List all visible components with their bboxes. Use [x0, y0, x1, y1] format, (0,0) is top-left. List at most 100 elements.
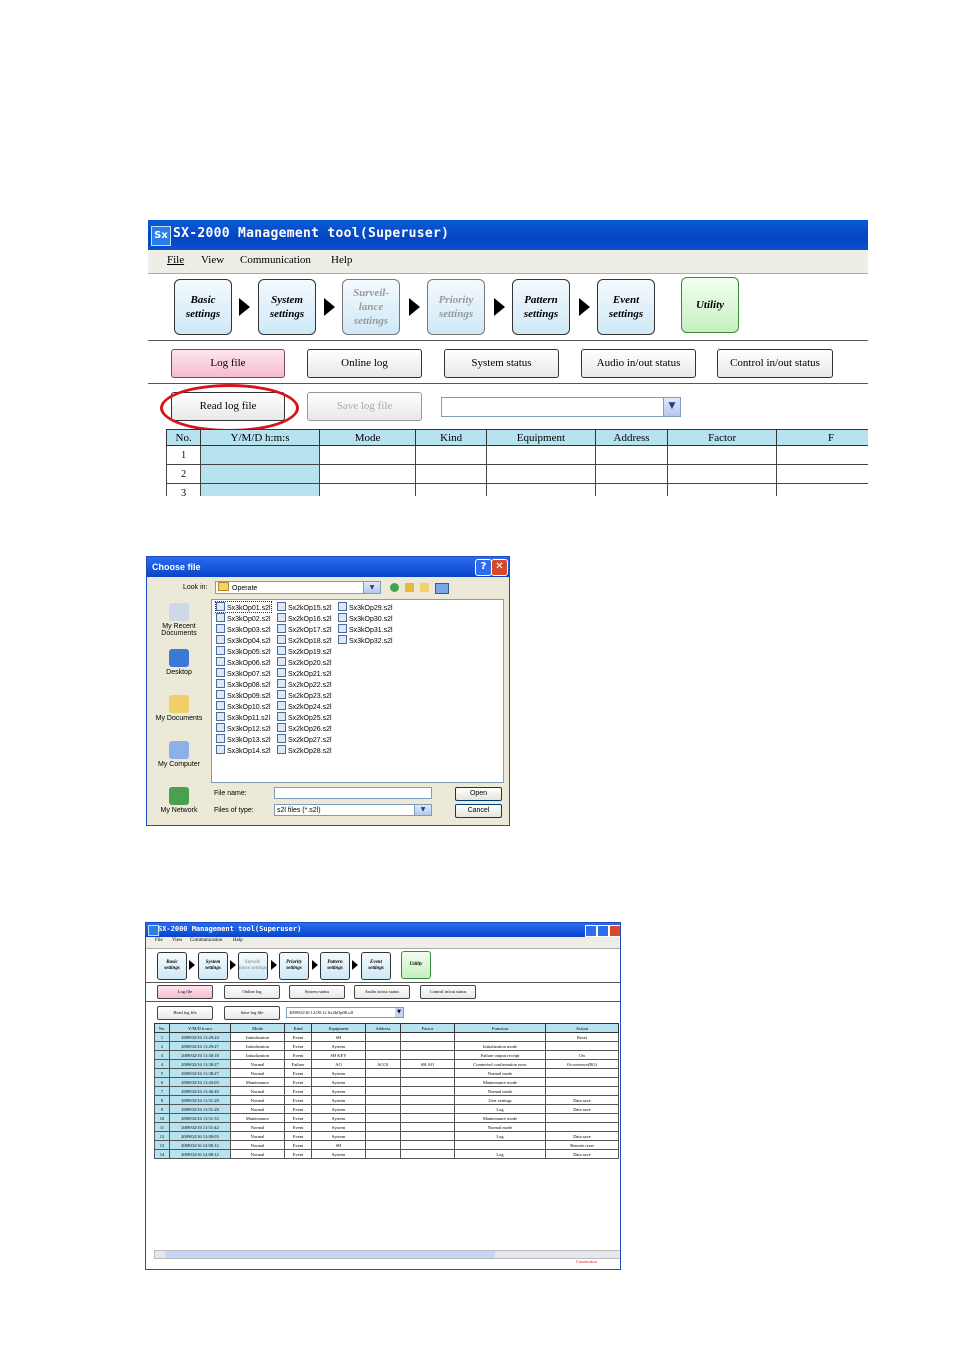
table-row[interactable]: 10 2009/02/16 11:51:33 Maintenance Event Sys… — [154, 1113, 619, 1123]
chevron-down-icon[interactable]: ▼ — [395, 1008, 403, 1017]
read-log-file-button[interactable]: Read log file — [157, 1006, 213, 1020]
step-priority-settings[interactable]: Priority settings — [279, 952, 309, 980]
step-surveillance-settings[interactable]: Surveil- lance settings — [238, 952, 268, 980]
table-row[interactable]: 5 2009/02/16 11:38:27 Normal Event System Nor… — [154, 1068, 619, 1078]
file-item[interactable]: Sx2kOp26.s2l — [277, 723, 332, 733]
cancel-button[interactable]: Cancel — [455, 804, 502, 818]
file-item[interactable]: Sx3kOp12.s2l — [216, 723, 271, 733]
table-row[interactable]: 3 — [165, 483, 868, 496]
look-in-select[interactable]: Operate ▼ — [215, 581, 381, 594]
file-item[interactable]: Sx2kOp21.s2l — [277, 668, 332, 678]
chevron-down-icon[interactable]: ▼ — [414, 805, 431, 815]
file-item[interactable]: Sx3kOp31.s2l — [338, 624, 393, 634]
step-event-settings[interactable]: Event settings — [361, 952, 391, 980]
chevron-down-icon[interactable]: ▼ — [663, 398, 680, 416]
tab-log-file[interactable]: Log file — [157, 985, 213, 999]
table-row[interactable]: 7 2009/02/16 11:46:40 Normal Event System Nor… — [154, 1086, 619, 1096]
step-basic-settings[interactable]: Basic settings — [174, 279, 232, 335]
menu-file[interactable]: File — [167, 254, 184, 266]
file-item[interactable]: Sx2kOp25.s2l — [277, 712, 332, 722]
file-item[interactable]: Sx3kOp08.s2l — [216, 679, 271, 689]
tab-online-log[interactable]: Online log — [307, 349, 422, 378]
file-item[interactable]: Sx3kOp06.s2l — [216, 657, 271, 667]
place-my-documents[interactable]: My Documents — [147, 695, 211, 722]
menu-help[interactable]: Help — [331, 254, 352, 266]
open-button[interactable]: Open — [455, 787, 502, 801]
file-item[interactable]: Sx2kOp20.s2l — [277, 657, 332, 667]
views-menu-icon[interactable] — [435, 583, 449, 594]
table-row[interactable]: 14 2009/02/16 12:00:12 Normal Event System Lo… — [154, 1149, 619, 1159]
step-surveillance-settings[interactable]: Surveil- lance settings — [342, 279, 400, 335]
save-log-file-button[interactable]: Save log file — [307, 392, 422, 421]
table-row[interactable]: 1 — [165, 445, 868, 465]
file-item[interactable]: Sx3kOp04.s2l — [216, 635, 271, 645]
horizontal-scrollbar[interactable] — [154, 1250, 620, 1259]
menu-communication[interactable]: Communication — [190, 938, 222, 943]
file-item[interactable]: Sx2kOp28.s2l — [277, 745, 332, 755]
table-row[interactable]: 2 — [165, 464, 868, 484]
tab-system-status[interactable]: System status — [289, 985, 345, 999]
file-item[interactable]: Sx3kOp30.s2l — [338, 613, 393, 623]
step-system-settings[interactable]: System settings — [198, 952, 228, 980]
file-item[interactable]: Sx2kOp27.s2l — [277, 734, 332, 744]
step-system-settings[interactable]: System settings — [258, 279, 316, 335]
place-recent[interactable]: My Recent Documents — [147, 603, 211, 637]
minimize-icon[interactable] — [585, 925, 597, 937]
place-my-network[interactable]: My Network — [147, 787, 211, 814]
tab-audio-status[interactable]: Audio in/out status — [581, 349, 696, 378]
file-item[interactable]: Sx3kOp13.s2l — [216, 734, 271, 744]
file-item[interactable]: Sx3kOp01.s2l — [215, 601, 272, 613]
place-my-computer[interactable]: My Computer — [147, 741, 211, 768]
new-folder-icon[interactable] — [420, 583, 429, 592]
menu-view[interactable]: View — [172, 938, 183, 943]
file-item[interactable]: Sx3kOp02.s2l — [216, 613, 271, 623]
table-row[interactable]: 6 2009/02/16 11:43:03 Maintenance Event Syst… — [154, 1077, 619, 1087]
step-event-settings[interactable]: Event settings — [597, 279, 655, 335]
tab-control-status[interactable]: Control in/out status — [420, 985, 476, 999]
tab-log-file[interactable]: Log file — [171, 349, 285, 378]
menu-file[interactable]: File — [155, 938, 163, 943]
file-item[interactable]: Sx3kOp11.s2l — [216, 712, 270, 722]
file-item[interactable]: Sx3kOp10.s2l — [216, 701, 271, 711]
step-basic-settings[interactable]: Basic settings — [157, 952, 187, 980]
file-item[interactable]: Sx2kOp18.s2l — [277, 635, 332, 645]
tab-audio-status[interactable]: Audio in/out status — [354, 985, 410, 999]
table-row[interactable]: 3 2009/02/16 11:30:18 Initialization Event S… — [154, 1050, 619, 1060]
save-log-file-button[interactable]: Save log file — [224, 1006, 280, 1020]
menu-help[interactable]: Help — [233, 938, 243, 943]
file-item[interactable]: Sx3kOp07.s2l — [216, 668, 271, 678]
scrollbar-thumb[interactable] — [165, 1251, 495, 1258]
table-row[interactable]: 2 2009/02/16 11:29:27 Initialization Event S… — [154, 1041, 619, 1051]
file-item[interactable]: Sx3kOp29.s2l — [338, 602, 393, 612]
step-utility[interactable]: Utility — [401, 951, 431, 979]
file-type-select[interactable]: s2l files (*.s2l) ▼ — [274, 804, 432, 816]
file-item[interactable]: Sx2kOp22.s2l — [277, 679, 332, 689]
file-name-input[interactable] — [274, 787, 432, 799]
place-desktop[interactable]: Desktop — [147, 649, 211, 676]
step-priority-settings[interactable]: Priority settings — [427, 279, 485, 335]
menu-communication[interactable]: Communication — [240, 254, 311, 266]
back-icon[interactable] — [390, 583, 399, 592]
file-item[interactable]: Sx2kOp15.s2l — [277, 602, 332, 612]
help-icon[interactable]: ? — [475, 559, 492, 576]
table-row[interactable]: 4 2009/02/16 11:38:27 Normal Failure AO ACO1 S… — [154, 1059, 619, 1069]
menu-view[interactable]: View — [201, 254, 224, 266]
step-pattern-settings[interactable]: Pattern settings — [512, 279, 570, 335]
log-file-select[interactable]: ▼ — [441, 397, 681, 417]
table-row[interactable]: 1 2009/02/16 11:29:24 Initialization Event S… — [154, 1032, 619, 1042]
tab-control-status[interactable]: Control in/out status — [717, 349, 833, 378]
file-item[interactable]: Sx2kOp17.s2l — [277, 624, 332, 634]
tab-online-log[interactable]: Online log — [224, 985, 280, 999]
close-icon[interactable] — [609, 925, 620, 937]
file-item[interactable]: Sx3kOp32.s2l — [338, 635, 393, 645]
file-item[interactable]: Sx2kOp19.s2l — [277, 646, 332, 656]
table-row[interactable]: 9 2009/02/16 11:51:28 Normal Event System Log… — [154, 1104, 619, 1114]
file-item[interactable]: Sx2kOp16.s2l — [277, 613, 332, 623]
log-file-select[interactable]: 2009/02/16 12:00:12 Sx2kOp08.s2l ▼ — [286, 1007, 404, 1018]
up-folder-icon[interactable] — [405, 583, 414, 592]
tab-system-status[interactable]: System status — [444, 349, 559, 378]
maximize-icon[interactable] — [597, 925, 609, 937]
file-item[interactable]: Sx3kOp03.s2l — [216, 624, 271, 634]
file-item[interactable]: Sx3kOp05.s2l — [216, 646, 271, 656]
chevron-down-icon[interactable]: ▼ — [363, 582, 380, 593]
